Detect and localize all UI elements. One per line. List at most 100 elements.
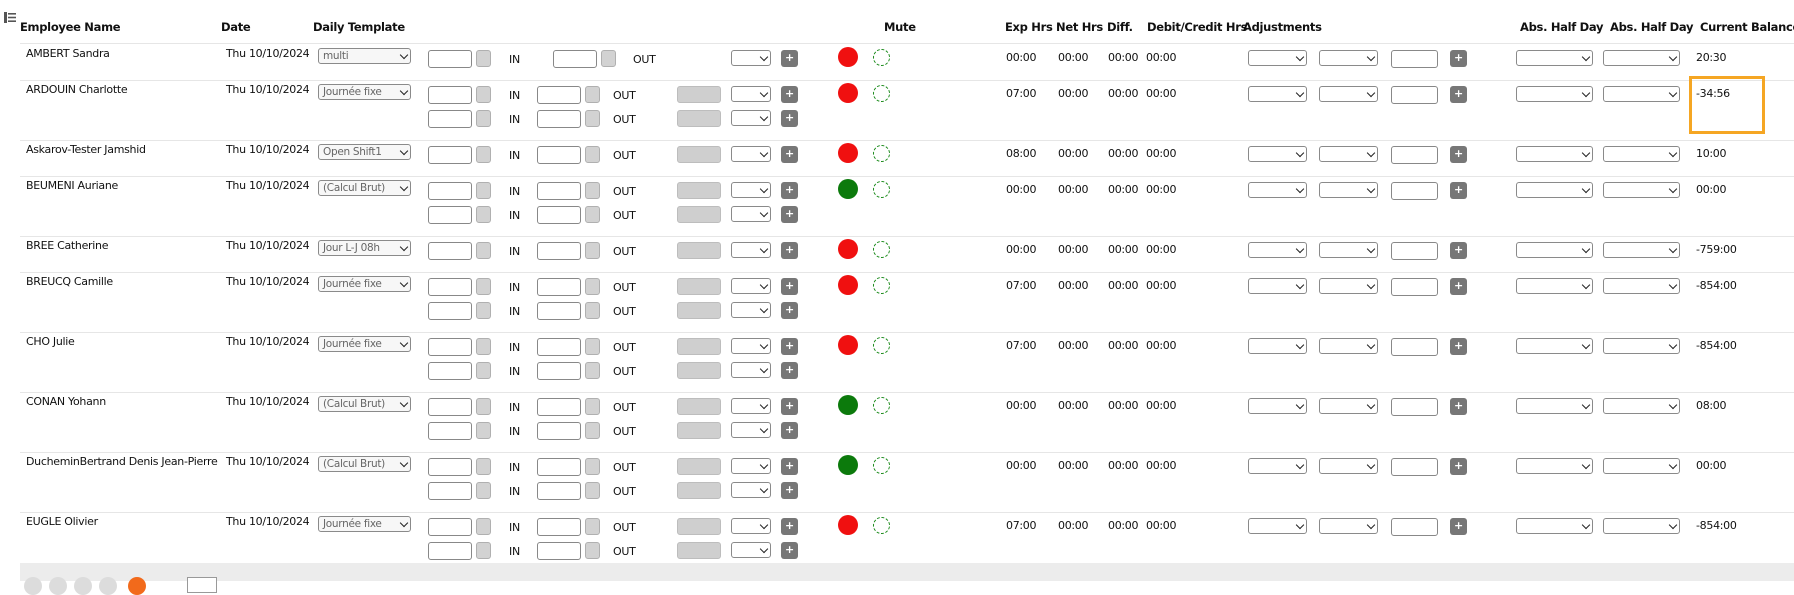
time-out-picker-button[interactable] [585,482,600,499]
type-select[interactable] [731,338,771,354]
add-time-button[interactable]: + [781,458,798,475]
abs-half-day-select-1[interactable] [1516,182,1593,198]
abs-half-day-select-2[interactable] [1603,146,1680,162]
mute-toggle[interactable] [873,49,890,66]
type-select[interactable] [731,206,771,222]
time-out-picker-button[interactable] [585,182,600,199]
add-adjustment-button[interactable]: + [1450,50,1467,67]
adjustment-reason-select[interactable] [1319,146,1378,162]
type-select[interactable] [731,50,771,66]
time-out-input[interactable] [537,182,581,200]
add-adjustment-button[interactable]: + [1450,86,1467,103]
time-in-picker-button[interactable] [476,242,491,259]
type-select[interactable] [731,302,771,318]
header-current-balance[interactable]: Current Balance [1700,20,1794,34]
abs-half-day-select-1[interactable] [1516,242,1593,258]
time-in-picker-button[interactable] [476,482,491,499]
type-select[interactable] [731,482,771,498]
mute-toggle[interactable] [873,277,890,294]
page-button-current[interactable] [128,577,146,595]
header-employee-name[interactable]: Employee Name [20,20,121,34]
time-in-picker-button[interactable] [476,338,491,355]
time-out-input[interactable] [537,518,581,536]
abs-half-day-select-2[interactable] [1603,458,1680,474]
time-out-picker-button[interactable] [585,110,600,127]
adjustment-type-select[interactable] [1248,278,1307,294]
time-in-input[interactable] [428,242,472,260]
time-in-picker-button[interactable] [476,362,491,379]
add-time-button[interactable]: + [781,278,798,295]
time-out-picker-button[interactable] [585,422,600,439]
mute-toggle[interactable] [873,397,890,414]
add-adjustment-button[interactable]: + [1450,182,1467,199]
header-net-hrs[interactable]: Net Hrs [1056,20,1103,34]
time-in-input[interactable] [428,302,472,320]
employee-name[interactable]: BREUCQ Camille [26,275,113,288]
time-in-input[interactable] [428,398,472,416]
abs-half-day-select-1[interactable] [1516,86,1593,102]
employee-name[interactable]: CONAN Yohann [26,395,106,408]
add-time-button[interactable]: + [781,146,798,163]
daily-template-select[interactable]: (Calcul Brut) [318,456,411,472]
time-in-input[interactable] [428,110,472,128]
adjustment-reason-select[interactable] [1319,278,1378,294]
time-in-input[interactable] [428,338,472,356]
type-select[interactable] [731,146,771,162]
time-in-input[interactable] [428,362,472,380]
time-in-input[interactable] [428,458,472,476]
time-out-picker-button[interactable] [601,50,616,67]
page-button[interactable] [24,577,42,595]
daily-template-select[interactable]: (Calcul Brut) [318,396,411,412]
time-out-picker-button[interactable] [585,146,600,163]
time-out-input[interactable] [537,458,581,476]
time-in-picker-button[interactable] [476,422,491,439]
add-adjustment-button[interactable]: + [1450,458,1467,475]
adjustment-reason-select[interactable] [1319,518,1378,534]
adjustment-type-select[interactable] [1248,50,1307,66]
time-out-picker-button[interactable] [585,278,600,295]
time-in-input[interactable] [428,182,472,200]
abs-half-day-select-2[interactable] [1603,242,1680,258]
mute-toggle[interactable] [873,181,890,198]
add-time-button[interactable]: + [781,182,798,199]
employee-name[interactable]: BREE Catherine [26,239,108,252]
employee-name[interactable]: CHO Julie [26,335,75,348]
adjustment-type-select[interactable] [1248,398,1307,414]
adjustment-type-select[interactable] [1248,458,1307,474]
time-in-input[interactable] [428,278,472,296]
time-out-picker-button[interactable] [585,86,600,103]
time-in-picker-button[interactable] [476,458,491,475]
abs-half-day-select-1[interactable] [1516,398,1593,414]
time-in-picker-button[interactable] [476,86,491,103]
abs-half-day-select-1[interactable] [1516,458,1593,474]
adjustment-input[interactable] [1391,146,1438,164]
add-time-button[interactable]: + [781,302,798,319]
time-out-input[interactable] [537,542,581,560]
type-select[interactable] [731,86,771,102]
time-in-picker-button[interactable] [476,146,491,163]
abs-half-day-select-1[interactable] [1516,146,1593,162]
add-time-button[interactable]: + [781,518,798,535]
adjustment-input[interactable] [1391,86,1438,104]
type-select[interactable] [731,110,771,126]
mute-toggle[interactable] [873,145,890,162]
header-abs-half-day-2[interactable]: Abs. Half Day [1610,20,1694,34]
time-out-picker-button[interactable] [585,398,600,415]
header-date[interactable]: Date [221,20,251,34]
type-select[interactable] [731,278,771,294]
time-in-picker-button[interactable] [476,182,491,199]
time-in-picker-button[interactable] [476,518,491,535]
adjustment-input[interactable] [1391,458,1438,476]
time-out-input[interactable] [553,50,597,68]
add-adjustment-button[interactable]: + [1450,242,1467,259]
add-adjustment-button[interactable]: + [1450,146,1467,163]
time-out-picker-button[interactable] [585,242,600,259]
time-in-input[interactable] [428,146,472,164]
time-in-picker-button[interactable] [476,542,491,559]
time-in-input[interactable] [428,518,472,536]
time-out-picker-button[interactable] [585,338,600,355]
abs-half-day-select-2[interactable] [1603,518,1680,534]
time-out-picker-button[interactable] [585,206,600,223]
employee-name[interactable]: BEUMENI Auriane [26,179,118,192]
abs-half-day-select-1[interactable] [1516,50,1593,66]
